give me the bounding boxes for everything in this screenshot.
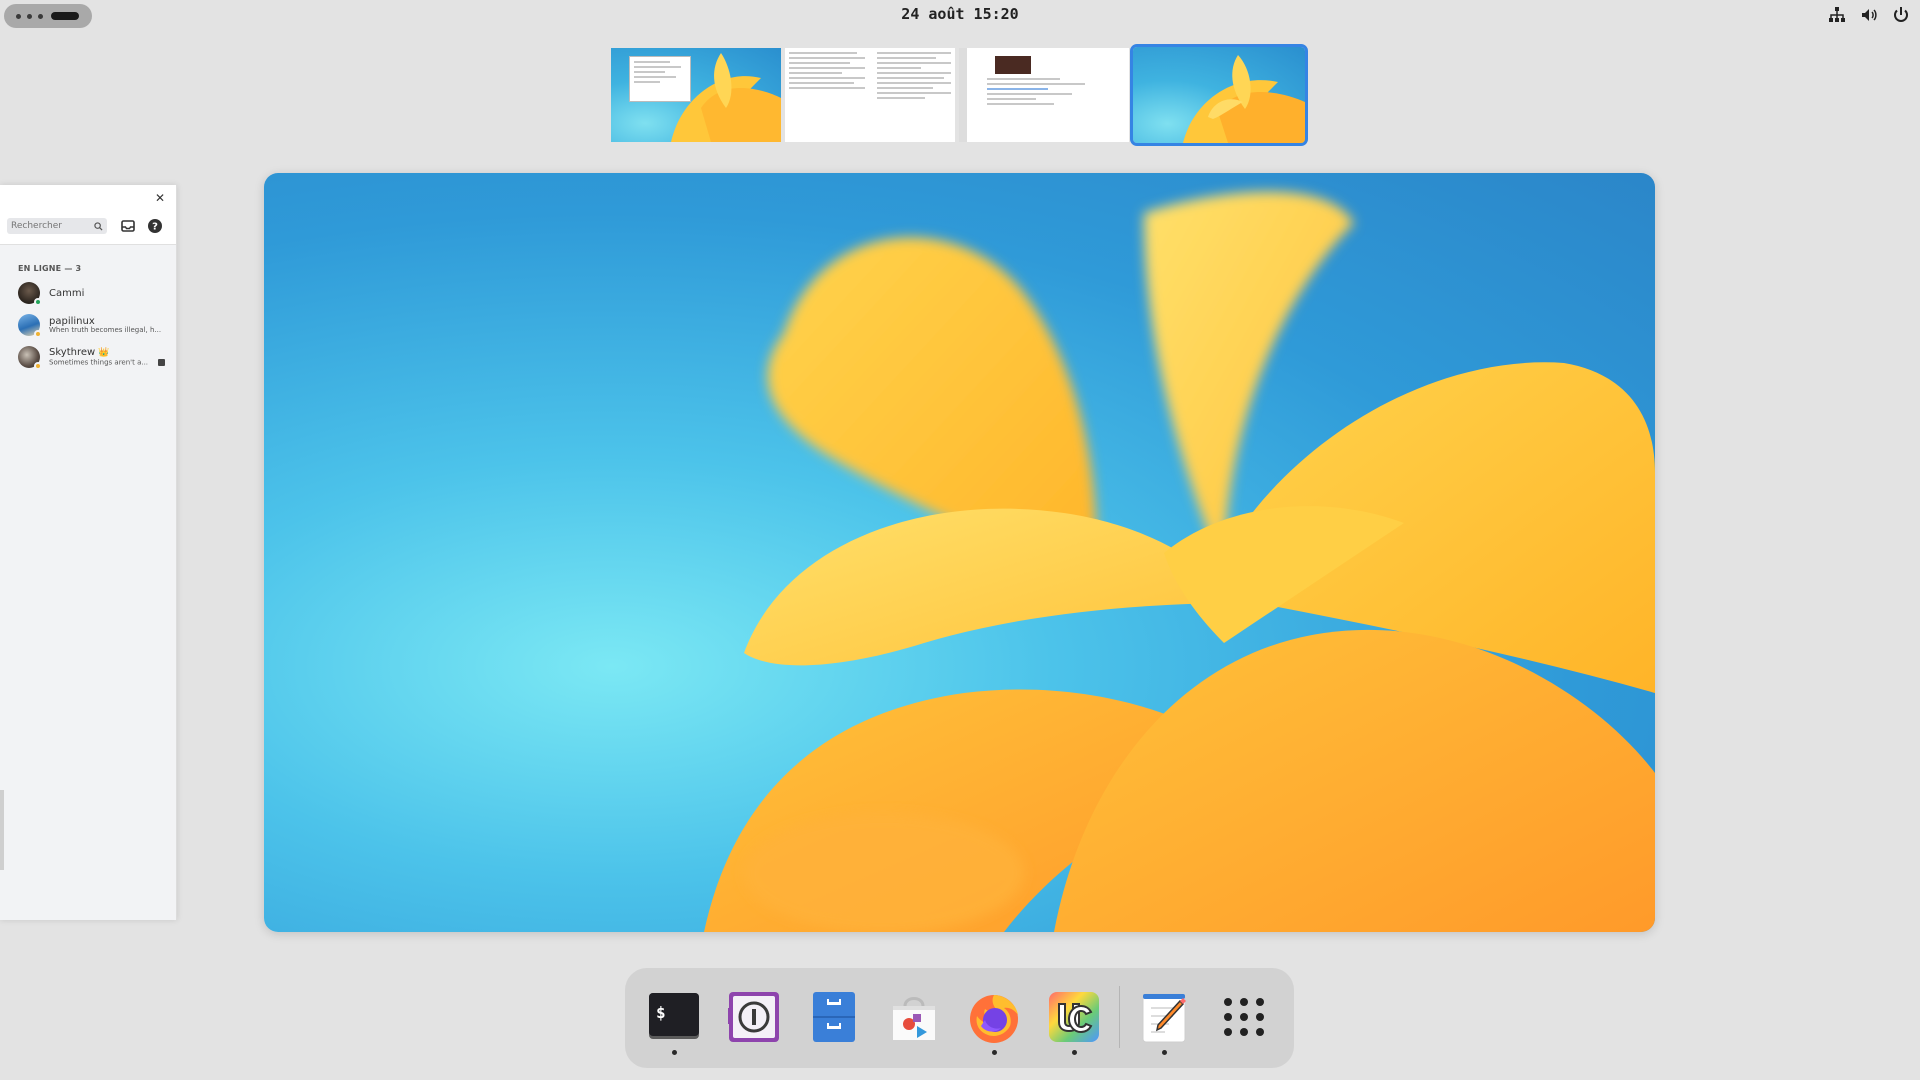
image-preview	[995, 56, 1031, 74]
top-bar: 24 août 15:20	[0, 0, 1920, 30]
workspace-thumbnail-3[interactable]	[959, 48, 1129, 142]
power-icon[interactable]	[1892, 6, 1910, 24]
idle-status-dot	[34, 330, 42, 338]
close-icon[interactable]: ✕	[152, 190, 168, 206]
member-status-text: Sometimes things aren't a...	[49, 358, 149, 367]
cleaner-app-launcher[interactable]	[1047, 990, 1101, 1055]
running-indicator	[672, 1050, 677, 1055]
member-item[interactable]: Cammi	[0, 277, 176, 309]
member-name: Skythrew	[49, 346, 96, 358]
volume-icon[interactable]	[1860, 6, 1878, 24]
workspace-dot	[38, 13, 43, 19]
running-indicator	[1072, 1050, 1077, 1055]
workspace-dot	[27, 13, 32, 19]
member-item[interactable]: papilinux When truth becomes illegal, h.…	[0, 309, 176, 341]
files-launcher[interactable]	[807, 990, 861, 1044]
firefox-launcher[interactable]	[967, 990, 1021, 1055]
workspace-thumbnails	[611, 44, 1308, 146]
activity-icon	[158, 358, 166, 366]
show-apps-button[interactable]	[1217, 990, 1271, 1044]
owner-crown-icon: 👑	[98, 347, 110, 358]
avatar	[18, 314, 42, 338]
network-icon[interactable]	[1828, 6, 1846, 24]
search-icon	[94, 221, 103, 231]
workspace-dot	[16, 13, 21, 19]
terminal-launcher[interactable]: $	[647, 990, 701, 1055]
flower-wallpaper	[704, 191, 1655, 932]
search-input[interactable]	[11, 221, 86, 231]
dock-separator	[1119, 986, 1120, 1048]
svg-text:?: ?	[152, 222, 158, 233]
text-editor-launcher[interactable]	[1137, 990, 1191, 1055]
activities-button[interactable]	[4, 4, 92, 28]
running-indicator	[992, 1050, 997, 1055]
member-status-text: When truth becomes illegal, h...	[49, 325, 162, 334]
desktop-workspace-preview[interactable]	[264, 173, 1655, 932]
avatar	[18, 346, 42, 370]
firefox-icon	[970, 995, 1018, 1043]
window-preview	[629, 56, 691, 102]
help-icon[interactable]: ?	[147, 218, 163, 234]
idle-status-dot	[34, 362, 42, 370]
workspace-thumbnail-4-active[interactable]	[1130, 44, 1308, 146]
cleaner-app-icon	[1049, 992, 1099, 1042]
document-preview	[789, 52, 865, 138]
files-icon	[813, 992, 855, 1042]
software-center-launcher[interactable]	[887, 990, 941, 1044]
clock[interactable]: 24 août 15:20	[901, 5, 1018, 23]
running-indicator	[1162, 1050, 1167, 1055]
member-name: Cammi	[49, 287, 85, 299]
workspace-thumbnail-1[interactable]	[611, 48, 781, 142]
chat-member-panel: ✕ ? EN LIGNE — 3 Cammi papilinux When tr…	[0, 185, 177, 920]
online-section-title: EN LIGNE — 3	[18, 264, 82, 273]
inbox-icon[interactable]	[120, 218, 136, 234]
wallpaper-preview	[1183, 55, 1305, 143]
terminal-icon: $	[649, 993, 699, 1039]
panel-header: ✕ ?	[0, 185, 176, 245]
search-box[interactable]	[7, 218, 107, 234]
svg-text:$: $	[656, 1003, 666, 1022]
message-preview	[987, 78, 1109, 138]
panel-scrollbar[interactable]	[0, 790, 4, 870]
dock: $	[625, 968, 1294, 1068]
member-item[interactable]: Skythrew 👑 Sometimes things aren't a...	[0, 341, 176, 373]
app-grid-icon	[1224, 998, 1264, 1036]
software-center-icon	[893, 997, 935, 1040]
online-status-dot	[34, 298, 42, 306]
system-tray[interactable]	[1828, 6, 1910, 24]
document-preview	[877, 52, 951, 138]
workspace-thumbnail-2[interactable]	[785, 48, 955, 142]
member-name: papilinux	[49, 315, 95, 327]
avatar	[18, 282, 42, 306]
text-editor-icon	[1142, 993, 1186, 1043]
password-manager-launcher[interactable]	[727, 990, 781, 1044]
chat-preview	[959, 48, 967, 142]
1password-icon	[728, 992, 779, 1042]
active-workspace-indicator	[51, 12, 79, 20]
